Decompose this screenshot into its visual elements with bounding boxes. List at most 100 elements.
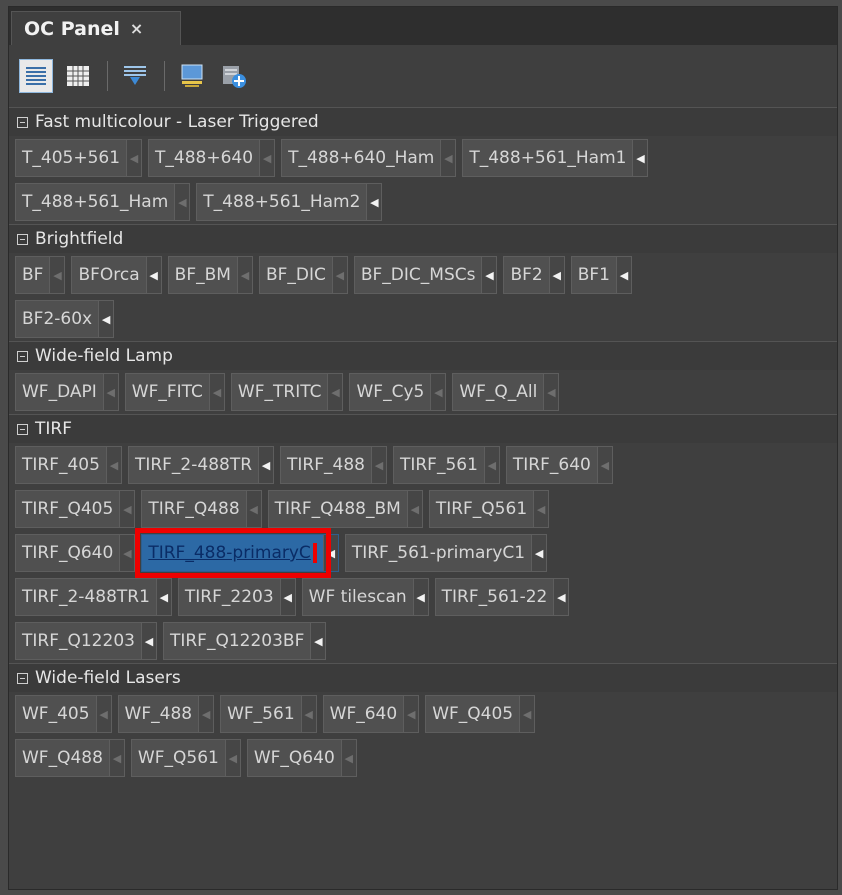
expand-arrow-icon[interactable]: ◀ [258, 447, 274, 483]
expand-arrow-icon[interactable]: ◀ [553, 579, 569, 615]
expand-arrow-icon[interactable]: ◀ [481, 257, 497, 293]
list-view-button[interactable] [19, 59, 53, 93]
expand-arrow-icon[interactable]: ◀ [245, 491, 261, 527]
config-button-wf-640[interactable]: WF_640 ◀ [322, 695, 420, 733]
config-button-tirf-640[interactable]: TIRF_640 ◀ [505, 446, 613, 484]
config-button-tirf-q640[interactable]: TIRF_Q640 ◀ [15, 534, 136, 572]
expand-arrow-icon[interactable]: ◀ [403, 696, 419, 732]
expand-arrow-icon[interactable]: ◀ [543, 374, 559, 410]
expand-arrow-icon[interactable]: ◀ [616, 257, 631, 293]
expand-arrow-icon[interactable]: ◀ [519, 696, 535, 732]
expand-arrow-icon[interactable]: ◀ [322, 535, 338, 571]
config-button-tirf-q488[interactable]: TIRF_Q488 ◀ [141, 490, 262, 528]
filter-button[interactable] [118, 59, 152, 93]
expand-arrow-icon[interactable]: ◀ [105, 447, 121, 483]
config-button-wf-q561[interactable]: WF_Q561 ◀ [130, 739, 241, 777]
expand-arrow-icon[interactable]: ◀ [49, 257, 65, 293]
expand-arrow-icon[interactable]: ◀ [430, 374, 446, 410]
tab-close-icon[interactable]: × [130, 19, 143, 38]
config-button-tirf-q488-bm[interactable]: TIRF_Q488_BM ◀ [267, 490, 423, 528]
expand-arrow-icon[interactable]: ◀ [102, 374, 118, 410]
expand-arrow-icon[interactable]: ◀ [208, 374, 224, 410]
config-button-t-488-561-ham2[interactable]: T_488+561_Ham2 ◀ [196, 183, 383, 221]
expand-arrow-icon[interactable]: ◀ [236, 257, 252, 293]
config-button-bf[interactable]: BF ◀ [15, 256, 66, 294]
config-button-tirf-2203[interactable]: TIRF_2203 ◀ [177, 578, 296, 616]
monitor-config-button[interactable] [175, 59, 209, 93]
expand-arrow-icon[interactable]: ◀ [483, 447, 499, 483]
expand-arrow-icon[interactable]: ◀ [412, 579, 428, 615]
config-button-bf1[interactable]: BF1 ◀ [570, 256, 632, 294]
expand-arrow-icon[interactable]: ◀ [406, 491, 422, 527]
group-header-wide-field-lamp[interactable]: Wide-field Lamp [9, 341, 837, 370]
expand-arrow-icon[interactable]: ◀ [440, 140, 456, 176]
expand-arrow-icon[interactable]: ◀ [145, 257, 161, 293]
expand-arrow-icon[interactable]: ◀ [340, 740, 356, 776]
config-button-wf-q405[interactable]: WF_Q405 ◀ [425, 695, 536, 733]
config-button-t-488-561-ham1[interactable]: T_488+561_Ham1 ◀ [462, 139, 649, 177]
expand-arrow-icon[interactable]: ◀ [126, 140, 142, 176]
config-button-t-488-640[interactable]: T_488+640 ◀ [148, 139, 276, 177]
config-button-wf-561[interactable]: WF_561 ◀ [220, 695, 317, 733]
config-button-tirf-q12203bf[interactable]: TIRF_Q12203BF ◀ [162, 622, 327, 660]
config-button-tirf-q561[interactable]: TIRF_Q561 ◀ [428, 490, 550, 528]
config-button-tirf-405[interactable]: TIRF_405 ◀ [15, 446, 122, 484]
group-header-wide-field-lasers[interactable]: Wide-field Lasers [9, 663, 837, 692]
expand-arrow-icon[interactable]: ◀ [155, 579, 171, 615]
config-button-tirf-488-primaryc[interactable]: TIRF_488-primaryC ◀ [141, 534, 339, 572]
config-button-wf-488[interactable]: WF_488 ◀ [117, 695, 215, 733]
config-button-bforca[interactable]: BFOrca ◀ [71, 256, 162, 294]
expand-arrow-icon[interactable]: ◀ [98, 301, 114, 337]
expand-arrow-icon[interactable]: ◀ [119, 535, 135, 571]
config-button-t-405-561[interactable]: T_405+561 ◀ [15, 139, 143, 177]
config-button-tirf-q405[interactable]: TIRF_Q405 ◀ [15, 490, 136, 528]
expand-arrow-icon[interactable]: ◀ [310, 623, 326, 659]
expand-arrow-icon[interactable]: ◀ [531, 535, 547, 571]
config-button-tirf-561-22[interactable]: TIRF_561-22 ◀ [434, 578, 570, 616]
collapse-icon[interactable] [17, 233, 28, 245]
config-button-wf-tilescan[interactable]: WF tilescan ◀ [301, 578, 429, 616]
expand-arrow-icon[interactable]: ◀ [224, 740, 240, 776]
expand-arrow-icon[interactable]: ◀ [331, 257, 347, 293]
config-button-wf-405[interactable]: WF_405 ◀ [15, 695, 112, 733]
expand-arrow-icon[interactable]: ◀ [366, 184, 382, 220]
config-button-t-488-640-ham[interactable]: T_488+640_Ham ◀ [281, 139, 457, 177]
config-button-wf-cy5[interactable]: WF_Cy5 ◀ [349, 373, 447, 411]
expand-arrow-icon[interactable]: ◀ [327, 374, 343, 410]
config-button-bf2-60x[interactable]: BF2-60x ◀ [15, 300, 115, 338]
config-button-wf-q488[interactable]: WF_Q488 ◀ [15, 739, 125, 777]
config-button-tirf-q12203[interactable]: TIRF_Q12203 ◀ [15, 622, 157, 660]
tab-oc-panel[interactable]: OC Panel × [11, 11, 181, 45]
expand-arrow-icon[interactable]: ◀ [548, 257, 564, 293]
expand-arrow-icon[interactable]: ◀ [140, 623, 156, 659]
config-button-bf-dic[interactable]: BF_DIC ◀ [258, 256, 348, 294]
expand-arrow-icon[interactable]: ◀ [279, 579, 295, 615]
config-button-wf-q-all[interactable]: WF_Q_All ◀ [452, 373, 560, 411]
collapse-icon[interactable] [17, 423, 28, 435]
expand-arrow-icon[interactable]: ◀ [533, 491, 549, 527]
group-header-brightfield[interactable]: Brightfield [9, 224, 837, 253]
collapse-icon[interactable] [17, 350, 28, 362]
expand-arrow-icon[interactable]: ◀ [198, 696, 214, 732]
expand-arrow-icon[interactable]: ◀ [300, 696, 316, 732]
expand-arrow-icon[interactable]: ◀ [108, 740, 124, 776]
config-button-bf-dic-mscs[interactable]: BF_DIC_MSCs ◀ [353, 256, 498, 294]
add-configuration-button[interactable] [217, 59, 251, 93]
group-header-tirf[interactable]: TIRF [9, 414, 837, 443]
config-button-tirf-488[interactable]: TIRF_488 ◀ [280, 446, 387, 484]
expand-arrow-icon[interactable]: ◀ [596, 447, 612, 483]
expand-arrow-icon[interactable]: ◀ [259, 140, 275, 176]
expand-arrow-icon[interactable]: ◀ [632, 140, 648, 176]
config-button-wf-tritc[interactable]: WF_TRITC ◀ [230, 373, 344, 411]
group-header-fast-multicolour-laser-triggered[interactable]: Fast multicolour - Laser Triggered [9, 107, 837, 136]
expand-arrow-icon[interactable]: ◀ [95, 696, 111, 732]
config-button-wf-fitc[interactable]: WF_FITC ◀ [124, 373, 225, 411]
config-button-bf-bm[interactable]: BF_BM ◀ [167, 256, 253, 294]
config-button-tirf-2-488tr[interactable]: TIRF_2-488TR ◀ [127, 446, 275, 484]
collapse-icon[interactable] [17, 672, 28, 684]
expand-arrow-icon[interactable]: ◀ [174, 184, 190, 220]
config-button-wf-q640[interactable]: WF_Q640 ◀ [246, 739, 357, 777]
config-button-tirf-561-primaryc1[interactable]: TIRF_561-primaryC1 ◀ [344, 534, 548, 572]
expand-arrow-icon[interactable]: ◀ [119, 491, 135, 527]
collapse-icon[interactable] [17, 116, 28, 128]
